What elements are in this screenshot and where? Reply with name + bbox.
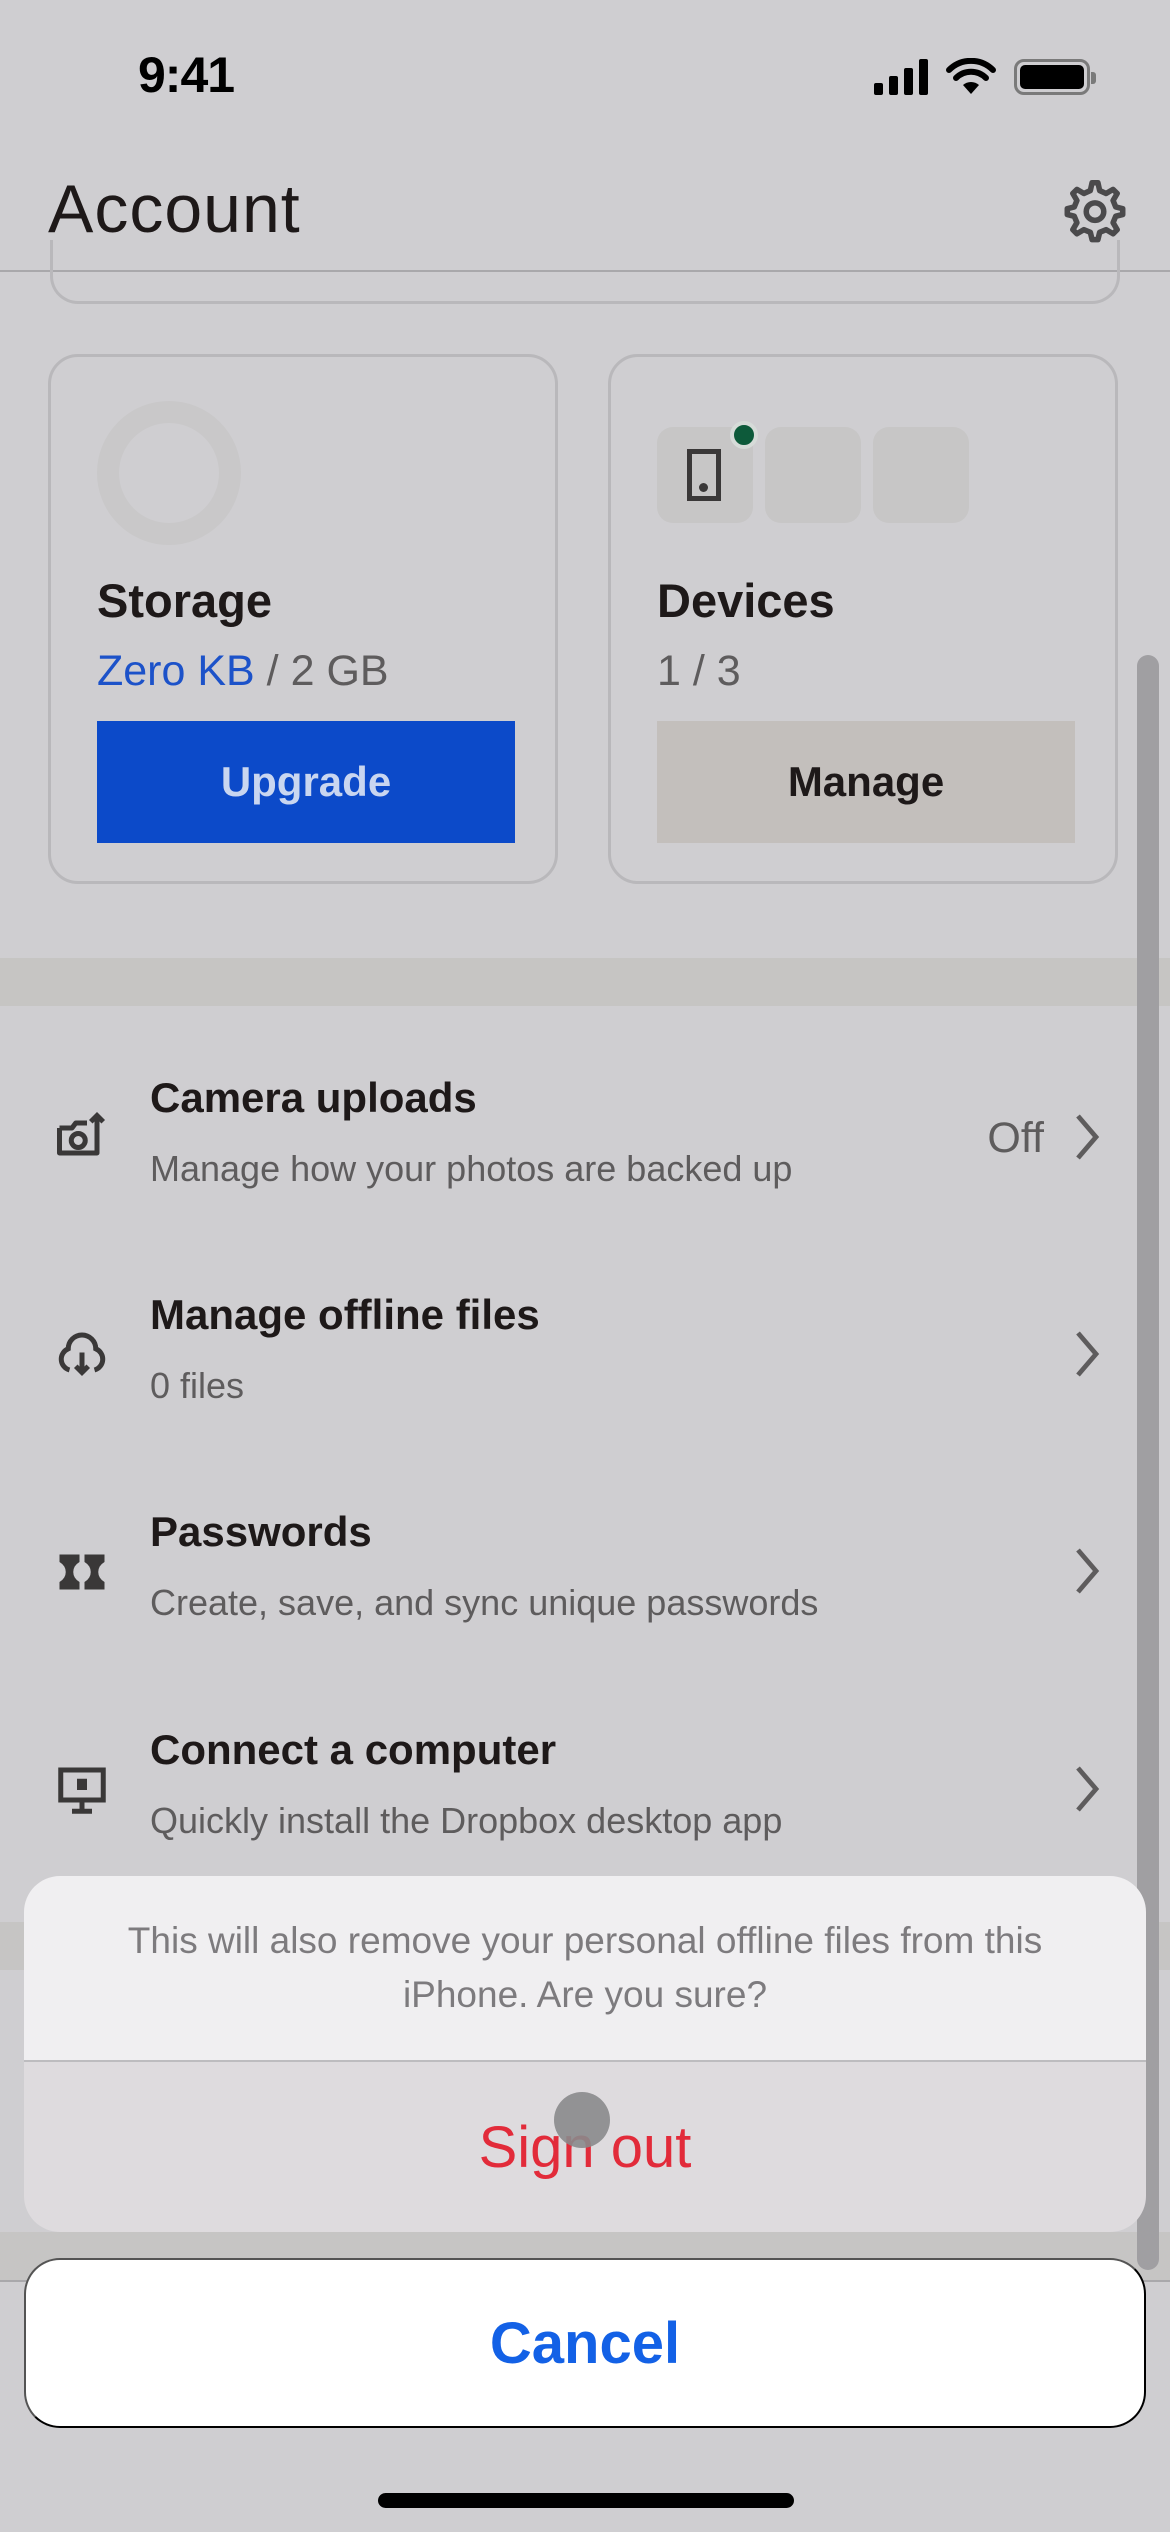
devices-card: Devices 1 / 3 Manage xyxy=(608,354,1118,884)
action-sheet-message: This will also remove your personal offl… xyxy=(24,1876,1146,2062)
upgrade-button[interactable]: Upgrade xyxy=(97,721,515,843)
storage-separator: / xyxy=(254,647,291,695)
home-indicator[interactable] xyxy=(378,2493,794,2508)
row-title: Connect a computer xyxy=(150,1726,557,1773)
chevron-right-icon xyxy=(1076,1331,1100,1377)
desktop-computer-icon xyxy=(58,1767,106,1814)
storage-total: 2 GB xyxy=(290,647,389,695)
row-subtitle: Create, save, and sync unique passwords xyxy=(150,1582,819,1623)
row-title: Passwords xyxy=(150,1508,372,1555)
partial-card-above xyxy=(50,240,1120,304)
battery-icon xyxy=(1014,59,1096,95)
row-subtitle: Quickly install the Dropbox desktop app xyxy=(150,1800,783,1841)
gear-icon[interactable] xyxy=(1060,176,1130,246)
storage-usage-ring-icon xyxy=(97,401,241,545)
phone-icon xyxy=(687,449,721,501)
device-slot-empty xyxy=(873,427,969,523)
touch-indicator xyxy=(554,2092,610,2148)
status-icons xyxy=(874,58,1096,96)
device-online-indicator xyxy=(730,421,758,449)
cellular-signal-icon xyxy=(874,59,928,95)
devices-title: Devices xyxy=(657,574,835,627)
chevron-right-icon xyxy=(1076,1114,1100,1160)
storage-usage: Zero KB / 2 GB xyxy=(97,647,389,696)
camera-upload-icon xyxy=(57,1111,106,1156)
status-bar: 9:41 xyxy=(0,0,1170,150)
cloud-download-icon xyxy=(58,1332,106,1377)
sign-out-action-sheet: This will also remove your personal offl… xyxy=(24,1876,1146,2232)
chevron-right-icon xyxy=(1076,1766,1100,1812)
page-title: Account xyxy=(48,171,301,247)
sign-out-button[interactable]: Sign out xyxy=(24,2062,1146,2232)
list-item-offline-files[interactable]: Manage offline files 0 files xyxy=(0,1255,1140,1455)
storage-card: Storage Zero KB / 2 GB Upgrade xyxy=(48,354,558,884)
device-slot-empty xyxy=(765,427,861,523)
manage-devices-button[interactable]: Manage xyxy=(657,721,1075,843)
row-title: Manage offline files xyxy=(150,1291,540,1338)
cancel-button[interactable]: Cancel xyxy=(24,2258,1146,2428)
chevron-right-icon xyxy=(1076,1548,1100,1594)
device-slots xyxy=(657,421,969,523)
row-subtitle: 0 files xyxy=(150,1365,245,1406)
list-item-passwords[interactable]: Passwords Create, save, and sync unique … xyxy=(0,1472,1140,1672)
devices-count: 1 / 3 xyxy=(657,647,741,695)
storage-used: Zero KB xyxy=(97,647,255,695)
status-time: 9:41 xyxy=(138,47,235,103)
row-title: Camera uploads xyxy=(150,1074,477,1121)
storage-title: Storage xyxy=(97,574,272,627)
wifi-icon xyxy=(946,58,996,94)
row-subtitle: Manage how your photos are backed up xyxy=(150,1148,793,1189)
section-divider xyxy=(0,958,1170,1006)
device-slot-filled xyxy=(657,421,758,523)
passwords-icon xyxy=(59,1554,105,1590)
camera-uploads-status: Off xyxy=(987,1114,1044,1162)
list-item-camera-uploads[interactable]: Camera uploads Manage how your photos ar… xyxy=(0,1038,1140,1238)
list-item-connect-computer[interactable]: Connect a computer Quickly install the D… xyxy=(0,1690,1140,1890)
